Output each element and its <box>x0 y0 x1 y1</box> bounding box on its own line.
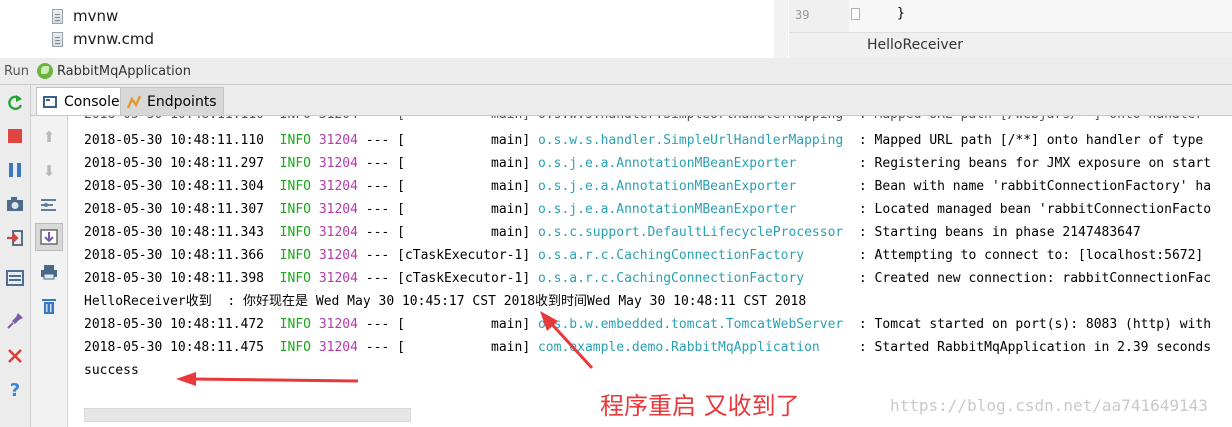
arrow-up-icon: ⬆ <box>42 128 56 146</box>
spring-boot-icon <box>36 63 53 79</box>
console-toolbar: ⬆ ⬇ <box>31 116 68 427</box>
scroll-to-end-icon <box>40 229 58 245</box>
tree-item-mvnw[interactable]: mvnw <box>52 5 118 27</box>
endpoints-icon <box>127 95 142 108</box>
rerun-icon <box>8 95 23 111</box>
console-line-partial: 2018-05-30 10:48:11.110 INFO 31204 --- [… <box>84 116 1203 126</box>
soft-wrap-button[interactable] <box>39 195 59 215</box>
pause-button[interactable] <box>5 160 25 180</box>
pin-button[interactable] <box>5 311 25 331</box>
line-gutter: 39 <box>789 0 849 32</box>
file-icon <box>52 31 63 47</box>
print-icon <box>41 265 57 280</box>
help-icon: ? <box>9 379 21 401</box>
run-config-name[interactable]: RabbitMqApplication <box>57 64 191 79</box>
annotation-text: 程序重启 又收到了 <box>600 392 800 420</box>
log-line: 2018-05-30 10:48:11.304 INFO 31204 --- [… <box>84 179 1212 194</box>
close-button[interactable] <box>5 346 25 366</box>
run-tool-window-header: Run RabbitMqApplication <box>0 58 1232 85</box>
tab-label: Console <box>64 93 120 110</box>
receiver-output-line: HelloReceiver收到 : 你好现在是 Wed May 30 10:45… <box>84 294 807 309</box>
pause-icon <box>9 163 21 177</box>
tree-item-label: mvnw.cmd <box>73 30 155 48</box>
watermark: https://blog.csdn.net/aa741649143 <box>890 396 1208 415</box>
soft-wrap-icon <box>41 199 56 211</box>
camera-icon <box>7 197 23 211</box>
trash-icon <box>42 299 56 314</box>
editor-panel: 39 } HelloReceiver <box>789 0 1232 58</box>
arrow-down-icon: ⬇ <box>42 162 56 180</box>
line-number: 39 <box>795 8 810 22</box>
scroll-up-button[interactable]: ⬆ <box>39 127 59 147</box>
log-line: 2018-05-30 10:48:11.307 INFO 31204 --- [… <box>84 202 1212 217</box>
stop-icon <box>8 129 22 143</box>
panel-divider[interactable] <box>774 0 788 58</box>
close-icon <box>8 349 22 363</box>
pin-icon <box>7 313 23 329</box>
layout-button[interactable] <box>5 268 25 288</box>
log-line: 2018-05-30 10:48:11.475 INFO 31204 --- [… <box>84 340 1212 355</box>
exit-button[interactable] <box>5 228 25 248</box>
breadcrumb[interactable]: HelloReceiver <box>789 32 1232 58</box>
console-output[interactable]: 2018-05-30 10:48:11.110 INFO 31204 --- [… <box>68 116 1232 427</box>
fold-icon[interactable] <box>851 8 860 20</box>
log-line: 2018-05-30 10:48:11.398 INFO 31204 --- [… <box>84 271 1212 286</box>
log-line: 2018-05-30 10:48:11.297 INFO 31204 --- [… <box>84 156 1212 171</box>
dump-threads-button[interactable] <box>5 194 25 214</box>
log-line: 2018-05-30 10:48:11.343 INFO 31204 --- [… <box>84 225 1141 240</box>
scroll-down-button[interactable]: ⬇ <box>39 161 59 181</box>
help-button[interactable]: ? <box>5 379 25 401</box>
tab-endpoints[interactable]: Endpoints <box>120 87 224 115</box>
exit-icon <box>7 230 23 246</box>
log-line: 2018-05-30 10:48:11.366 INFO 31204 --- [… <box>84 248 1204 263</box>
rerun-button[interactable] <box>5 93 25 113</box>
clear-all-button[interactable] <box>39 296 59 316</box>
layout-icon <box>6 270 24 286</box>
tab-console[interactable]: Console <box>36 87 127 115</box>
log-line: 2018-05-30 10:48:11.472 INFO 31204 --- [… <box>84 317 1212 332</box>
tab-label: Endpoints <box>147 93 217 110</box>
tree-item-mvnw-cmd[interactable]: mvnw.cmd <box>52 28 154 50</box>
run-label: Run <box>4 63 29 79</box>
code-text[interactable]: } <box>897 6 905 21</box>
horizontal-scrollbar[interactable] <box>84 408 411 422</box>
success-output-line: success <box>84 363 139 378</box>
console-icon <box>43 95 57 108</box>
run-toolbar: ? <box>0 85 31 427</box>
stop-button[interactable] <box>5 126 25 146</box>
file-icon <box>52 8 63 24</box>
tab-bar: Console Endpoints <box>31 85 1232 116</box>
tree-item-label: mvnw <box>73 7 119 25</box>
scroll-to-end-button[interactable] <box>35 223 63 251</box>
project-tree: mvnw mvnw.cmd <box>0 0 788 59</box>
print-button[interactable] <box>39 262 59 282</box>
log-line: 2018-05-30 10:48:11.110 INFO 31204 --- [… <box>84 133 1204 148</box>
